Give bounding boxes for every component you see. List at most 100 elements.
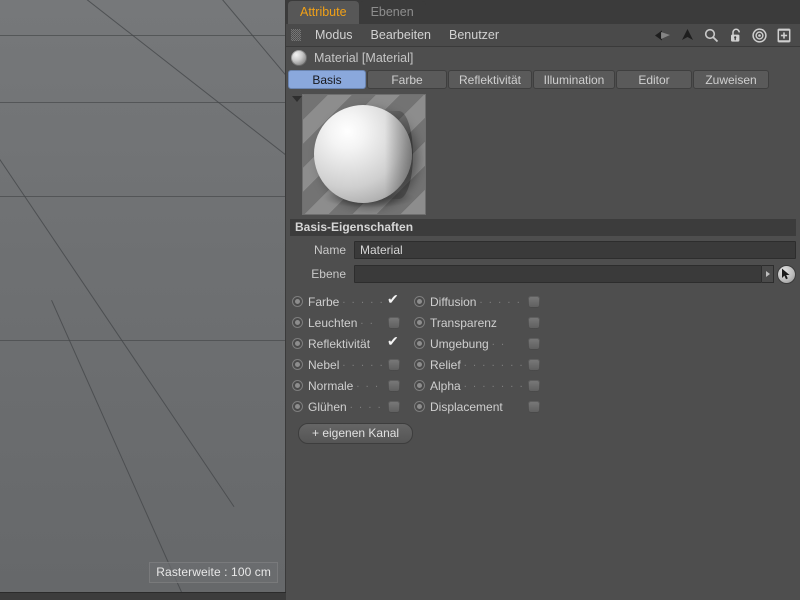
checkbox-icon[interactable] — [528, 295, 540, 308]
checkbox-icon[interactable] — [387, 334, 400, 350]
channel-label: Umgebung — [430, 336, 489, 351]
checkbox-icon[interactable] — [528, 316, 540, 329]
checkbox-icon[interactable] — [528, 358, 540, 371]
object-title: Material [Material] — [314, 51, 414, 65]
3d-viewport[interactable]: Rasterweite : 100 cm — [0, 0, 286, 600]
channel-nebel[interactable]: Nebel . . . . . — [292, 354, 414, 375]
channel-grid: Farbe . . . . . Diffusion . . . . . . Le… — [286, 291, 800, 417]
leader-dots: . . — [491, 335, 506, 348]
cinema4d-window: Rasterweite : 100 cm Attribute Ebenen Mo… — [0, 0, 800, 600]
channel-displacement[interactable]: Displacement — [414, 396, 554, 417]
channel-leuchten[interactable]: Leuchten . . — [292, 312, 414, 333]
search-icon[interactable] — [703, 27, 720, 44]
radio-icon[interactable] — [414, 317, 425, 328]
radio-icon[interactable] — [414, 401, 425, 412]
add-channel-row: + eigenen Kanal — [286, 423, 800, 444]
tab-reflektivitat[interactable]: Reflektivität — [448, 70, 532, 89]
radio-icon[interactable] — [292, 317, 303, 328]
menu-modus[interactable]: Modus — [306, 24, 362, 46]
checkbox-icon[interactable] — [388, 358, 400, 371]
tab-attribute[interactable]: Attribute — [288, 1, 359, 24]
target-icon[interactable] — [751, 27, 768, 44]
channel-normale[interactable]: Normale . . . — [292, 375, 414, 396]
collapse-triangle-icon[interactable] — [292, 96, 302, 102]
unlock-icon[interactable] — [727, 27, 744, 44]
leader-dots: . . . . — [349, 398, 383, 411]
grid-line-horizontal — [0, 102, 286, 103]
leader-dots: . . . . . — [342, 293, 385, 306]
checkbox-icon[interactable] — [387, 292, 400, 308]
radio-icon[interactable] — [292, 359, 303, 370]
material-tab-bar: Basis Farbe Reflektivität Illumination E… — [286, 69, 800, 90]
radio-icon[interactable] — [414, 296, 425, 307]
grid-size-label: Rasterweite : 100 cm — [149, 562, 278, 583]
ebene-input[interactable] — [354, 265, 762, 283]
leader-dots: . . . . . — [342, 356, 385, 369]
radio-icon[interactable] — [292, 401, 303, 412]
checkbox-icon[interactable] — [388, 400, 400, 413]
channel-label: Alpha — [430, 378, 461, 393]
ebene-picker-button[interactable] — [777, 264, 796, 284]
ebene-dropdown-arrow-icon[interactable] — [762, 265, 774, 283]
toolbar-icon-group — [655, 27, 796, 44]
up-arrow-icon[interactable] — [679, 27, 696, 44]
channel-label: Reflektivität — [308, 336, 371, 351]
panel-tab-bar: Attribute Ebenen — [286, 0, 800, 24]
channel-diffusion[interactable]: Diffusion . . . . . . — [414, 291, 554, 312]
tab-ebenen[interactable]: Ebenen — [358, 1, 426, 24]
checkbox-icon[interactable] — [388, 379, 400, 392]
viewport-bottom-edge — [0, 592, 286, 600]
channel-reflektivitat[interactable]: Reflektivität — [292, 333, 414, 354]
tab-farbe[interactable]: Farbe — [367, 70, 447, 89]
add-box-icon[interactable] — [775, 27, 792, 44]
channel-transparenz[interactable]: Transparenz — [414, 312, 554, 333]
grid-line-diagonal — [51, 300, 187, 593]
grid-line-horizontal — [0, 35, 286, 36]
channel-label: Farbe — [308, 294, 340, 309]
tab-basis[interactable]: Basis — [288, 70, 366, 89]
channel-alpha[interactable]: Alpha . . . . . . . — [414, 375, 554, 396]
preview-sphere — [314, 105, 413, 203]
channel-label: Displacement — [430, 399, 503, 414]
leader-dots: . . — [360, 314, 375, 327]
channel-farbe[interactable]: Farbe . . . . . — [292, 291, 414, 312]
tab-zuweisen[interactable]: Zuweisen — [693, 70, 769, 89]
material-preview[interactable] — [302, 94, 426, 215]
channel-gluhen[interactable]: Glühen . . . . — [292, 396, 414, 417]
back-arrow-icon[interactable] — [655, 27, 672, 44]
tab-editor[interactable]: Editor — [616, 70, 692, 89]
radio-icon[interactable] — [292, 380, 303, 391]
name-field-row: Name — [286, 240, 800, 260]
checkbox-icon[interactable] — [388, 316, 400, 329]
radio-icon[interactable] — [292, 338, 303, 349]
ebene-field-row: Ebene — [286, 264, 800, 284]
leader-dots: . . . . . . . — [463, 377, 525, 390]
leader-dots: . . . . . . — [479, 293, 525, 306]
menu-benutzer[interactable]: Benutzer — [440, 24, 508, 46]
checkbox-icon[interactable] — [528, 400, 540, 413]
radio-icon[interactable] — [292, 296, 303, 307]
object-header: Material [Material] — [286, 47, 800, 69]
tab-illumination[interactable]: Illumination — [533, 70, 615, 89]
viewport-canvas[interactable]: Rasterweite : 100 cm — [0, 0, 286, 593]
leader-dots: . . . . . . . — [463, 356, 525, 369]
radio-icon[interactable] — [414, 380, 425, 391]
grid-line-horizontal — [0, 340, 286, 341]
material-preview-row — [286, 90, 800, 219]
channel-label: Normale — [308, 378, 354, 393]
add-custom-channel-button[interactable]: + eigenen Kanal — [298, 423, 414, 444]
channel-umgebung[interactable]: Umgebung . . — [414, 333, 554, 354]
menu-bearbeiten[interactable]: Bearbeiten — [362, 24, 440, 46]
channel-relief[interactable]: Relief . . . . . . . — [414, 354, 554, 375]
name-input[interactable] — [354, 241, 796, 259]
grid-line-diagonal — [0, 150, 235, 508]
grip-handle-icon[interactable] — [291, 29, 301, 41]
attribute-manager-panel: Attribute Ebenen Modus Bearbeiten Benutz… — [286, 0, 800, 600]
grid-line-horizontal — [0, 196, 286, 197]
checkbox-icon[interactable] — [528, 337, 540, 350]
radio-icon[interactable] — [414, 338, 425, 349]
radio-icon[interactable] — [414, 359, 425, 370]
checkbox-icon[interactable] — [528, 379, 540, 392]
channel-label: Relief — [430, 357, 461, 372]
name-label: Name — [313, 243, 346, 257]
